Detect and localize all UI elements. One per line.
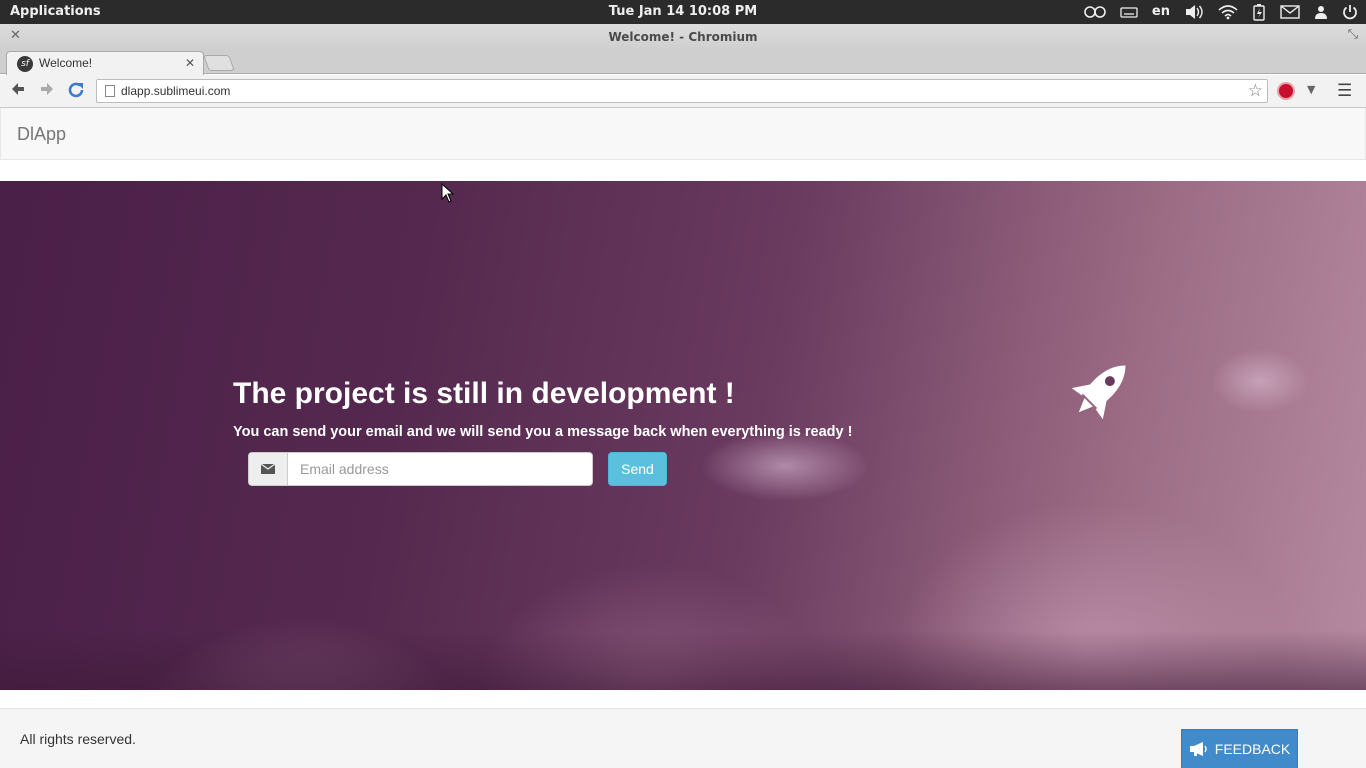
tab-welcome[interactable]: sf Welcome! ✕ [6,51,204,75]
email-field[interactable] [287,452,593,486]
back-button[interactable] [10,81,26,101]
system-top-bar: Applications Tue Jan 14 10:08 PM en [0,0,1366,24]
new-tab-button[interactable] [203,55,235,71]
keyboard-icon[interactable] [1120,6,1138,18]
hero-section: The project is still in development ! Yo… [0,181,1366,690]
close-tab-icon[interactable]: ✕ [185,56,195,70]
window-title: Welcome! - Chromium [608,30,758,44]
rocket-icon [1071,365,1126,420]
mouse-cursor-icon [441,183,455,203]
email-input-group [248,452,593,486]
window-title-bar: ✕ Welcome! - Chromium ⤡ [0,24,1366,50]
reload-icon [68,82,84,98]
url-text[interactable]: dlapp.sublimeui.com [121,84,230,98]
user-icon[interactable] [1314,5,1328,19]
bookmark-star-icon[interactable]: ☆ [1248,81,1263,101]
system-tray: en [1084,0,1358,24]
megaphone-icon [1189,742,1207,756]
symfony-favicon-icon: sf [17,56,33,72]
volume-icon[interactable] [1184,4,1204,20]
tab-strip: sf Welcome! ✕ [0,50,1366,75]
tab-title: Welcome! [39,56,93,70]
wifi-icon[interactable] [1218,4,1238,20]
feedback-label: FEEDBACK [1214,741,1291,757]
site-footer: All rights reserved. FEEDBACK [0,708,1366,768]
back-arrow-icon [12,83,24,95]
power-icon[interactable] [1342,4,1358,20]
copyright-text: All rights reserved. [20,731,136,747]
accessibility-icon[interactable] [1084,5,1106,19]
page-icon [105,85,115,97]
forward-button[interactable] [39,81,55,101]
restore-window-icon[interactable]: ⤡ [1348,27,1358,42]
address-bar[interactable]: dlapp.sublimeui.com ☆ [96,79,1268,103]
battery-icon[interactable] [1252,3,1266,21]
hero-shade [0,630,1366,690]
extension-dropdown-icon[interactable]: ▼ [1307,83,1315,96]
adblock-extension-icon[interactable] [1277,82,1295,100]
browser-menu-icon[interactable]: ☰ [1337,81,1352,101]
hero-title: The project is still in development ! [233,377,735,410]
browser-toolbar: dlapp.sublimeui.com ☆ ▼ ☰ [0,75,1366,108]
mail-icon[interactable] [1280,5,1300,19]
feedback-button[interactable]: FEEDBACK [1181,729,1298,768]
site-brand[interactable]: DlApp [17,124,66,145]
forward-arrow-icon [41,83,53,95]
reload-button[interactable] [67,81,85,103]
envelope-icon [248,452,287,486]
keyboard-layout-indicator[interactable]: en [1152,0,1170,24]
hero-subtitle: You can send your email and we will send… [233,424,853,440]
send-button[interactable]: Send [608,452,667,486]
site-navbar: DlApp [0,108,1366,160]
